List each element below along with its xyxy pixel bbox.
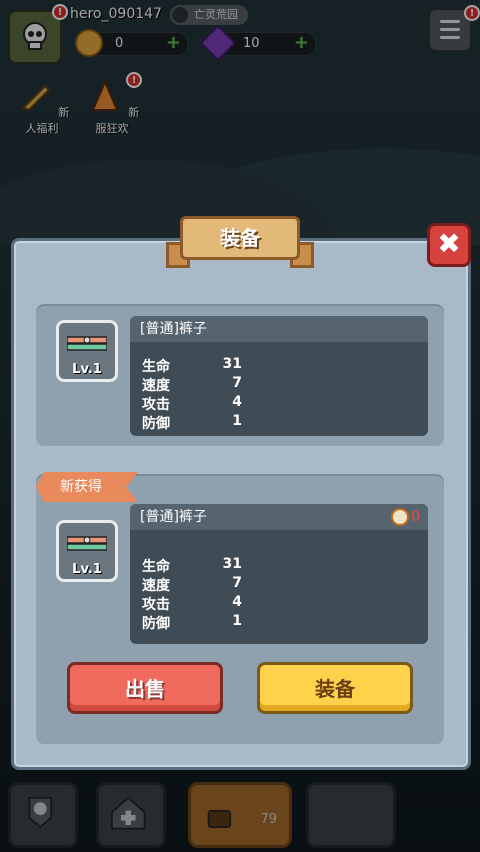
stat-value: 1 [232,613,242,629]
pants-icon [67,336,107,351]
new-item-stats: [普通]裤子 0 生命 31 速度 7 攻击 4 防御 1 [130,504,428,644]
stat-label: 攻击 [142,597,170,613]
equip-button[interactable]: 装备 [257,662,413,714]
stat-value: 7 [232,575,242,591]
stat-label: 攻击 [142,397,170,413]
stat-value: 7 [232,375,242,391]
sell-button[interactable]: 出售 [67,662,223,714]
stat-value: 4 [232,394,242,410]
stat-row: 攻击 4 [142,594,242,614]
stat-value: 4 [232,594,242,610]
stat-row: 生命 31 [142,556,242,576]
modal-title-ribbon: 装备 [166,216,314,268]
stat-label: 生命 [142,359,170,375]
close-button[interactable]: ✖ [427,223,471,267]
power-indicator: 0 [391,508,420,526]
stat-row: 防御 1 [142,413,242,433]
stat-row: 攻击 4 [142,394,242,414]
modal-title: 装备 [180,216,300,260]
stat-label: 速度 [142,578,170,594]
stat-label: 防御 [142,616,170,632]
current-item-stats: [普通]裤子 生命 31 速度 7 攻击 4 防御 1 [130,316,428,436]
power-value: 0 [411,509,420,525]
stat-value: 1 [232,413,242,429]
stat-label: 生命 [142,559,170,575]
stat-row: 生命 31 [142,356,242,376]
item-level: Lv.1 [72,362,102,377]
stat-label: 防御 [142,416,170,432]
stat-row: 速度 7 [142,575,242,595]
current-item-section: Lv.1 [普通]裤子 生命 31 速度 7 攻击 4 防御 1 [36,304,444,446]
item-name: [普通]裤子 [130,504,428,530]
pants-icon [67,536,107,551]
new-item-card[interactable]: Lv.1 [56,520,118,582]
current-item-card[interactable]: Lv.1 [56,320,118,382]
stat-row: 防御 1 [142,613,242,633]
stat-label: 速度 [142,378,170,394]
stat-row: 速度 7 [142,375,242,395]
new-acquired-tag: 新获得 [36,472,138,502]
item-name: [普通]裤子 [130,316,428,342]
stat-value: 31 [222,556,242,572]
stat-value: 31 [222,356,242,372]
power-shield-icon [391,508,410,526]
item-level: Lv.1 [72,562,102,577]
